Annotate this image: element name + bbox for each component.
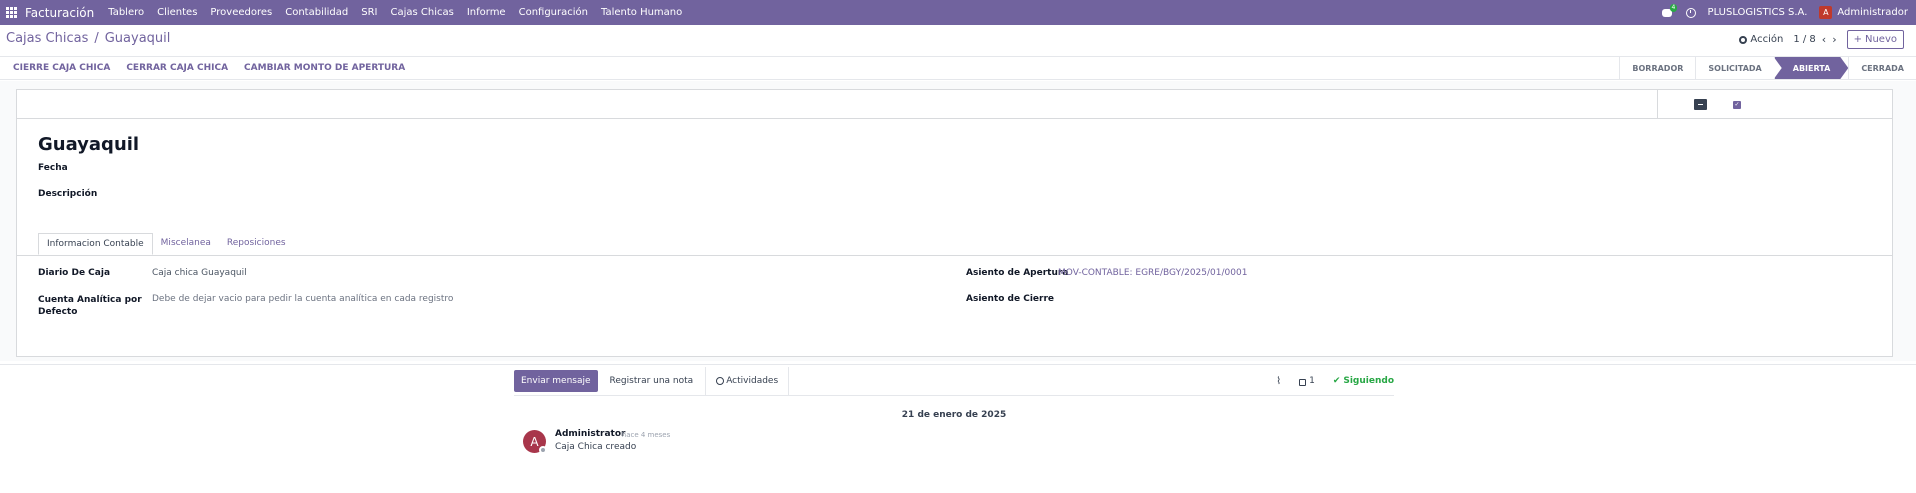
apps-menu-icon[interactable] — [6, 7, 17, 18]
chevron-right-icon[interactable]: › — [1832, 33, 1836, 46]
cierre-caja-chica-button[interactable]: CIERRE CAJA CHICA — [13, 63, 110, 73]
plus-icon: + — [1853, 34, 1862, 45]
menu-item-proveedores[interactable]: Proveedores — [210, 7, 272, 18]
action-menu-button[interactable]: Acción — [1739, 34, 1783, 45]
date-separator: 21 de enero de 2025 — [901, 410, 1007, 420]
gear-icon — [1739, 35, 1748, 44]
main-menu: Tablero Clientes Proveedores Contabilida… — [108, 7, 682, 18]
asiento-apertura-link[interactable]: MOV-CONTABLE: EGRE/BGY/2025/01/0001 — [1058, 268, 1247, 278]
message-author[interactable]: Administrator — [555, 429, 625, 439]
message-time: - hace 4 meses — [617, 431, 671, 439]
stage-solicitada[interactable]: SOLICITADA — [1695, 57, 1773, 79]
following-button[interactable]: ✔ Siguiendo — [1333, 376, 1394, 386]
control-right: Acción 1 / 8 ‹ › + Nuevo — [1739, 30, 1904, 49]
new-label: Nuevo — [1864, 34, 1897, 45]
fecha-label: Fecha — [38, 163, 68, 173]
stage-pipeline: BORRADOR SOLICITADA ABIERTA CERRADA — [1619, 57, 1916, 79]
sheet-topbar: ✓ — [17, 90, 1892, 119]
navbar-right: 4 PLUSLOGISTICS S.A. A Administrador — [1661, 0, 1908, 25]
breadcrumb-separator: / — [94, 31, 99, 46]
cambiar-monto-button[interactable]: CAMBIAR MONTO DE APERTURA — [244, 63, 405, 73]
chatter-topbar: Enviar mensaje Registrar una nota Activi… — [514, 367, 1394, 395]
checkbox-icon[interactable]: ✓ — [1733, 101, 1741, 109]
stage-abierta[interactable]: ABIERTA — [1774, 57, 1849, 79]
breadcrumb-current: Guayaquil — [104, 31, 171, 46]
notebook-tabs: Informacion Contable Miscelanea Reposici… — [38, 233, 294, 255]
menu-item-clientes[interactable]: Clientes — [157, 7, 197, 18]
paperclip-icon[interactable]: ⌇ — [1276, 376, 1281, 387]
menu-item-configuracion[interactable]: Configuración — [519, 7, 588, 18]
cerrar-caja-chica-button[interactable]: CERRAR CAJA CHICA — [126, 63, 228, 73]
message-body: Caja Chica creado — [555, 442, 637, 452]
top-navbar: Facturación Tablero Clientes Proveedores… — [0, 0, 1916, 25]
header-buttons: CIERRE CAJA CHICA CERRAR CAJA CHICA CAMB… — [13, 63, 405, 73]
activities-button[interactable]: Actividades — [706, 367, 790, 395]
avatar-initial: A — [530, 434, 539, 449]
menu-item-sri[interactable]: SRI — [361, 7, 377, 18]
user-name: Administrador — [1837, 7, 1908, 18]
pager-value[interactable]: 1 / 8 — [1793, 34, 1815, 45]
tab-miscelanea[interactable]: Miscelanea — [153, 233, 219, 255]
menu-item-tablero[interactable]: Tablero — [108, 7, 144, 18]
form-sheet: ✓ — [16, 89, 1893, 357]
smart-buttons: ✓ — [1657, 90, 1892, 119]
menu-item-contabilidad[interactable]: Contabilidad — [285, 7, 348, 18]
followers-count: 1 — [1309, 376, 1315, 386]
descripcion-label: Descripción — [38, 189, 98, 199]
stage-cerrada[interactable]: CERRADA — [1848, 57, 1916, 79]
new-button[interactable]: + Nuevo — [1846, 30, 1904, 49]
followers-button[interactable]: 1 — [1299, 376, 1315, 386]
cuenta-field[interactable]: Debe de dejar vacio para pedir la cuenta… — [152, 294, 453, 304]
chatter-right: ⌇ 1 ✔ Siguiendo — [1276, 367, 1394, 395]
send-message-button[interactable]: Enviar mensaje — [514, 370, 598, 392]
tabs-divider — [16, 255, 1893, 256]
menu-item-informe[interactable]: Informe — [467, 7, 506, 18]
form-statusbar: CIERRE CAJA CHICA CERRAR CAJA CHICA CAMB… — [0, 56, 1916, 80]
stage-borrador[interactable]: BORRADOR — [1619, 57, 1695, 79]
asiento-cierre-label: Asiento de Cierre — [966, 294, 1054, 304]
asiento-apertura-label: Asiento de Apertura — [966, 268, 1069, 278]
activities-label: Actividades — [726, 376, 779, 386]
chatter-topbar-divider — [514, 395, 1394, 396]
clock-icon — [716, 377, 725, 385]
lock-icon — [1299, 378, 1307, 386]
cuenta-label: Cuenta Analítica por Defecto — [38, 295, 142, 317]
diario-label: Diario De Caja — [38, 268, 111, 278]
activity-clock-icon[interactable] — [1685, 7, 1696, 18]
chat-icon[interactable]: 4 — [1661, 3, 1678, 18]
chatter-divider — [0, 364, 1916, 365]
log-note-button[interactable]: Registrar una nota — [598, 367, 707, 395]
record-title: Guayaquil — [38, 134, 140, 155]
chat-count-badge: 4 — [1669, 3, 1678, 12]
breadcrumb: Cajas Chicas / Guayaquil — [6, 31, 170, 46]
app-name[interactable]: Facturación — [25, 6, 94, 20]
diario-field[interactable]: Caja chica Guayaquil — [152, 268, 247, 278]
avatar: A — [1819, 6, 1833, 19]
chevron-left-icon[interactable]: ‹ — [1822, 33, 1826, 46]
action-label: Acción — [1750, 34, 1784, 45]
user-menu[interactable]: A Administrador — [1819, 6, 1908, 19]
presence-icon — [539, 446, 547, 454]
pager: 1 / 8 ‹ › — [1793, 33, 1836, 46]
menu-item-cajas-chicas[interactable]: Cajas Chicas — [390, 7, 453, 18]
avatar[interactable]: A — [523, 430, 547, 454]
company-switcher[interactable]: PLUSLOGISTICS S.A. — [1708, 7, 1808, 18]
following-label: Siguiendo — [1343, 376, 1394, 386]
check-icon: ✔ — [1332, 376, 1341, 386]
archive-icon[interactable] — [1694, 99, 1707, 110]
tab-informacion-contable[interactable]: Informacion Contable — [38, 233, 153, 255]
menu-item-talento-humano[interactable]: Talento Humano — [601, 7, 682, 18]
tab-reposiciones[interactable]: Reposiciones — [219, 233, 294, 255]
breadcrumb-parent[interactable]: Cajas Chicas — [6, 31, 88, 46]
